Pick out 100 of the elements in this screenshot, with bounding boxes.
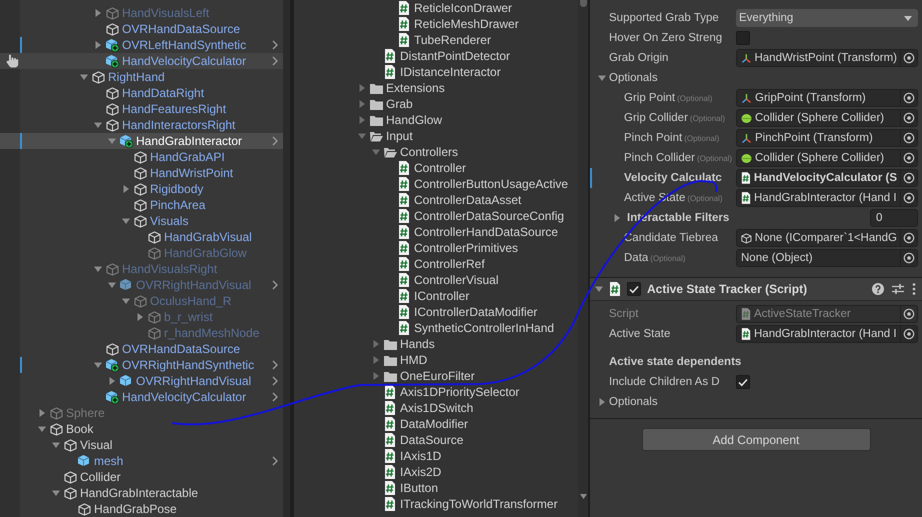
object-name: OVRHandDataSource xyxy=(122,341,240,357)
hierarchy-row[interactable]: Rigidbody xyxy=(0,181,283,197)
hierarchy-row[interactable]: HandFeaturesRight xyxy=(0,101,283,117)
foldout-label[interactable]: Optionals xyxy=(609,72,658,84)
project-row[interactable]: ControllerVisual xyxy=(294,272,578,288)
object-name: Rigidbody xyxy=(150,181,204,197)
project-row[interactable]: Axis1DPrioritySelector xyxy=(294,384,578,400)
hierarchy-row[interactable]: OVRHandDataSource xyxy=(0,341,283,357)
object-field[interactable]: HandGrabInteractor (Hand I xyxy=(736,189,918,207)
object-field[interactable]: None (Object) xyxy=(736,249,918,267)
field-label: Script xyxy=(609,308,638,320)
project-row[interactable]: IAxis2D xyxy=(294,464,578,480)
hierarchy-row[interactable]: Book xyxy=(0,421,283,437)
project-row[interactable]: Input xyxy=(294,128,578,144)
project-row[interactable]: DataSource xyxy=(294,432,578,448)
project-row[interactable]: ControllerDataSourceConfig xyxy=(294,208,578,224)
optional-tag: (Optional) xyxy=(650,254,686,262)
field-label: Velocity Calculatc xyxy=(624,172,722,184)
project-row[interactable]: Controller xyxy=(294,160,578,176)
hierarchy-row[interactable]: OVRRightHandVisual xyxy=(0,373,283,389)
object-field[interactable]: GripPoint (Transform) xyxy=(736,89,918,107)
hierarchy-row[interactable]: OVRLeftHandSynthetic xyxy=(0,37,283,53)
project-row[interactable]: Grab xyxy=(294,96,578,112)
project-row[interactable]: ControllerButtonUsageActive xyxy=(294,176,578,192)
hierarchy-row[interactable]: OVRHandDataSource xyxy=(0,21,283,37)
object-name: HandGrabVisual xyxy=(164,229,252,245)
object-field[interactable]: HandGrabInteractor (Hand I xyxy=(736,325,918,343)
project-row[interactable]: DistantPointDetector xyxy=(294,48,578,64)
project-row[interactable]: ReticleMeshDrawer xyxy=(294,16,578,32)
project-row[interactable]: ControllerPrimitives xyxy=(294,240,578,256)
object-name: r_handMeshNode xyxy=(164,325,260,341)
project-row[interactable]: HandGlow xyxy=(294,112,578,128)
hierarchy-row[interactable]: HandGrabInteractable xyxy=(0,485,283,501)
component-header[interactable]: Active State Tracker (Script) xyxy=(590,277,922,301)
count-field[interactable]: 0 xyxy=(870,209,918,227)
project-row[interactable]: ControllerRef xyxy=(294,256,578,272)
hierarchy-row[interactable]: HandVelocityCalculator xyxy=(0,389,283,405)
asset-name: SyntheticControllerInHand xyxy=(414,320,554,336)
project-row[interactable]: Extensions xyxy=(294,80,578,96)
field-label: Supported Grab Type xyxy=(609,12,719,24)
field-label: Hover On Zero Streng xyxy=(609,32,722,44)
object-field[interactable]: None (IComparer`1<HandG xyxy=(736,229,918,247)
project-row[interactable]: TubeRenderer xyxy=(294,32,578,48)
optional-tag: (Optional) xyxy=(684,134,720,142)
hierarchy-row[interactable]: RightHand xyxy=(0,69,283,85)
field-label: Grab Origin xyxy=(609,52,668,64)
asset-name: IAxis1D xyxy=(400,448,442,464)
hierarchy-row[interactable]: HandGrabInteractor xyxy=(0,133,283,149)
asset-name: IController xyxy=(414,288,470,304)
project-row[interactable]: HMD xyxy=(294,352,578,368)
object-field[interactable]: Collider (Sphere Collider) xyxy=(736,109,918,127)
object-field[interactable]: PinchPoint (Transform) xyxy=(736,129,918,147)
asset-name: Axis1DPrioritySelector xyxy=(400,384,520,400)
object-name: Visuals xyxy=(150,213,188,229)
foldout-label[interactable]: Optionals xyxy=(609,396,658,408)
hierarchy-row[interactable]: Visual xyxy=(0,437,283,453)
object-name: OVRRightHandVisual xyxy=(136,277,252,293)
project-row[interactable]: IDistanceInteractor xyxy=(294,64,578,80)
asset-name: ReticleIconDrawer xyxy=(414,0,512,16)
project-row[interactable]: ReticleIconDrawer xyxy=(294,0,578,16)
project-row[interactable]: ITrackingToWorldTransformer xyxy=(294,496,578,512)
asset-name: ControllerHandDataSource xyxy=(414,224,558,240)
project-row[interactable]: SyntheticControllerInHand xyxy=(294,320,578,336)
project-row[interactable]: Controllers xyxy=(294,144,578,160)
hierarchy-row[interactable]: mesh xyxy=(0,453,283,469)
add-component-button[interactable]: Add Component xyxy=(642,428,870,451)
hierarchy-row[interactable]: OVRRightHandSynthetic xyxy=(0,357,283,373)
project-row[interactable]: Axis1DSwitch xyxy=(294,400,578,416)
asset-name: HMD xyxy=(400,352,428,368)
object-name: PinchArea xyxy=(150,197,206,213)
hierarchy-row[interactable]: HandDataRight xyxy=(0,85,283,101)
hierarchy-row[interactable]: PinchArea xyxy=(0,197,283,213)
project-row[interactable]: ControllerDataAsset xyxy=(294,192,578,208)
object-field[interactable]: HandVelocityCalculator (S xyxy=(736,169,918,187)
object-name: HandVisualsRight xyxy=(122,261,218,277)
hierarchy-row[interactable]: HandWristPoint xyxy=(0,165,283,181)
hierarchy-row[interactable]: HandInteractorsRight xyxy=(0,117,283,133)
project-row[interactable]: OneEuroFilter xyxy=(294,368,578,384)
project-row[interactable]: IController xyxy=(294,288,578,304)
project-row[interactable]: ControllerHandDataSource xyxy=(294,224,578,240)
project-row[interactable]: IControllerDataModifier xyxy=(294,304,578,320)
asset-name: IButton xyxy=(400,480,438,496)
project-row[interactable]: DataModifier xyxy=(294,416,578,432)
asset-name: Input xyxy=(386,128,413,144)
hierarchy-row[interactable]: HandGrabPose xyxy=(0,501,283,517)
hierarchy-row[interactable]: HandGrabAPI xyxy=(0,149,283,165)
project-row[interactable]: IAxis1D xyxy=(294,448,578,464)
object-field[interactable]: Collider (Sphere Collider) xyxy=(736,149,918,167)
hierarchy-row[interactable]: Visuals xyxy=(0,213,283,229)
object-name: Book xyxy=(66,421,94,437)
asset-name: HandGlow xyxy=(386,112,442,128)
hierarchy-row[interactable]: Collider xyxy=(0,469,283,485)
dropdown[interactable]: Everything xyxy=(736,9,918,27)
hierarchy-row[interactable]: HandVelocityCalculator xyxy=(0,53,283,69)
hierarchy-row[interactable]: HandGrabVisual xyxy=(0,229,283,245)
optional-tag: (Optional) xyxy=(687,194,722,202)
project-row[interactable]: Hands xyxy=(294,336,578,352)
project-row[interactable]: IButton xyxy=(294,480,578,496)
object-field[interactable]: HandWristPoint (Transform) xyxy=(736,49,918,67)
asset-name: Axis1DSwitch xyxy=(400,400,474,416)
